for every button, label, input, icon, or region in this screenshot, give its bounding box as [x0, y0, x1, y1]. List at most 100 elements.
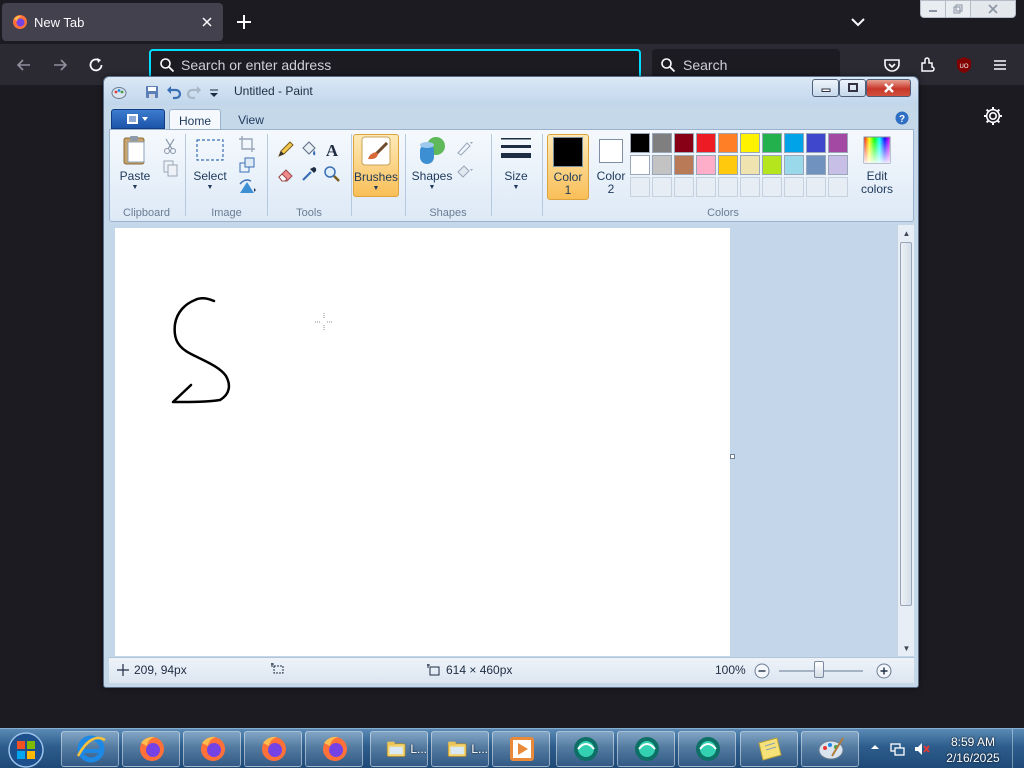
palette-swatch-empty[interactable] [806, 177, 826, 197]
customize-toolbar-icon[interactable] [206, 84, 222, 100]
restore-icon[interactable] [945, 0, 971, 18]
extensions-icon[interactable] [916, 53, 940, 77]
help-icon[interactable]: ? [895, 111, 909, 125]
palette-swatch[interactable] [740, 133, 760, 153]
ublock-icon[interactable]: UO [952, 53, 976, 77]
brushes-button[interactable]: Brushes ▼ [353, 134, 399, 197]
reload-icon[interactable] [84, 53, 108, 77]
zoom-out-icon[interactable] [754, 663, 770, 679]
chevron-down-icon[interactable] [848, 12, 868, 32]
pocket-icon[interactable] [880, 53, 904, 77]
close-icon[interactable] [199, 14, 215, 30]
pencil-icon[interactable] [276, 139, 296, 159]
palette-swatch[interactable] [806, 133, 826, 153]
palette-swatch[interactable] [652, 155, 672, 175]
palette-swatch-empty[interactable] [696, 177, 716, 197]
show-desktop-button[interactable] [1012, 729, 1024, 768]
taskbar-button-paint[interactable] [801, 731, 859, 767]
redo-icon[interactable] [186, 84, 202, 100]
arrow-right-icon[interactable] [48, 53, 72, 77]
close-icon[interactable] [866, 79, 911, 97]
gear-icon[interactable] [982, 105, 1004, 127]
browser-tab[interactable]: New Tab [2, 3, 223, 41]
zoom-in-icon[interactable] [876, 663, 892, 679]
color-picker-icon[interactable] [299, 164, 319, 184]
fill-icon[interactable] [455, 160, 475, 180]
minimize-icon[interactable] [920, 0, 946, 18]
scroll-down-icon[interactable]: ▼ [898, 640, 915, 656]
taskbar-button-firefox[interactable] [122, 731, 180, 767]
undo-icon[interactable] [166, 84, 182, 100]
palette-swatch[interactable] [696, 155, 716, 175]
palette-swatch-empty[interactable] [718, 177, 738, 197]
taskbar-button-firefox[interactable] [183, 731, 241, 767]
taskbar-button-file-explorer[interactable]: L... [370, 731, 428, 767]
maximize-icon[interactable] [839, 79, 866, 97]
rotate-icon[interactable] [237, 176, 257, 196]
copy-icon[interactable] [160, 158, 180, 178]
palette-swatch-empty[interactable] [762, 177, 782, 197]
palette-swatch[interactable] [674, 155, 694, 175]
text-icon[interactable]: A [322, 139, 342, 159]
palette-swatch[interactable] [674, 133, 694, 153]
taskbar-button-media-player[interactable] [492, 731, 550, 767]
palette-swatch[interactable] [806, 155, 826, 175]
tab-view[interactable]: View [227, 109, 275, 131]
fill-bucket-icon[interactable] [299, 139, 319, 159]
palette-swatch[interactable] [718, 155, 738, 175]
palette-swatch-empty[interactable] [674, 177, 694, 197]
title-bar[interactable]: Untitled - Paint [104, 77, 918, 105]
outline-icon[interactable] [455, 137, 475, 157]
palette-swatch-empty[interactable] [630, 177, 650, 197]
palette-swatch[interactable] [740, 155, 760, 175]
taskbar-button-teal-app[interactable] [617, 731, 675, 767]
palette-swatch[interactable] [828, 133, 848, 153]
cut-icon[interactable] [160, 136, 180, 156]
canvas-resize-handle[interactable] [730, 454, 735, 459]
taskbar-button-firefox[interactable] [305, 731, 363, 767]
scrollbar-thumb[interactable] [900, 242, 912, 606]
palette-swatch[interactable] [652, 133, 672, 153]
tab-home[interactable]: Home [169, 109, 221, 131]
hamburger-menu-icon[interactable] [988, 53, 1012, 77]
edit-colors-button[interactable]: Edit colors [855, 134, 899, 200]
plus-icon[interactable] [234, 12, 254, 32]
palette-swatch-empty[interactable] [784, 177, 804, 197]
save-icon[interactable] [144, 84, 160, 100]
magnifier-icon[interactable] [322, 164, 342, 184]
palette-swatch[interactable] [718, 133, 738, 153]
palette-swatch-empty[interactable] [828, 177, 848, 197]
palette-swatch[interactable] [784, 133, 804, 153]
taskbar-button-firefox[interactable] [244, 731, 302, 767]
network-icon[interactable] [890, 741, 906, 757]
close-icon[interactable] [970, 0, 1016, 18]
palette-swatch[interactable] [696, 133, 716, 153]
minimize-icon[interactable] [812, 79, 839, 97]
start-button-icon[interactable] [6, 731, 46, 768]
show-hidden-icons-icon[interactable] [869, 741, 881, 753]
crop-icon[interactable] [237, 134, 257, 154]
taskbar-button-notes[interactable] [740, 731, 798, 767]
resize-icon[interactable] [237, 155, 257, 175]
scroll-up-icon[interactable]: ▲ [898, 225, 915, 241]
paint-icon[interactable] [111, 84, 127, 100]
taskbar-button-teal-app[interactable] [678, 731, 736, 767]
palette-swatch[interactable] [828, 155, 848, 175]
eraser-icon[interactable] [276, 164, 296, 184]
palette-swatch[interactable] [630, 133, 650, 153]
address-input[interactable] [181, 57, 621, 73]
volume-muted-icon[interactable] [914, 741, 930, 757]
taskbar-button-teal-app[interactable] [556, 731, 614, 767]
palette-swatch[interactable] [784, 155, 804, 175]
clock[interactable]: 8:59 AM 2/16/2025 [938, 734, 1008, 766]
drawing-canvas[interactable] [115, 228, 730, 656]
shapes-button[interactable]: Shapes ▼ [412, 134, 452, 197]
color1-button[interactable]: Color 1 [547, 134, 589, 200]
color2-button[interactable]: Color 2 [591, 134, 631, 200]
paste-button[interactable]: Paste ▼ [116, 134, 154, 197]
select-button[interactable]: Select ▼ [190, 134, 230, 197]
palette-swatch-empty[interactable] [652, 177, 672, 197]
taskbar-button-internet-explorer[interactable] [61, 731, 119, 767]
vertical-scrollbar[interactable]: ▲ ▼ [897, 225, 914, 656]
palette-swatch[interactable] [762, 155, 782, 175]
